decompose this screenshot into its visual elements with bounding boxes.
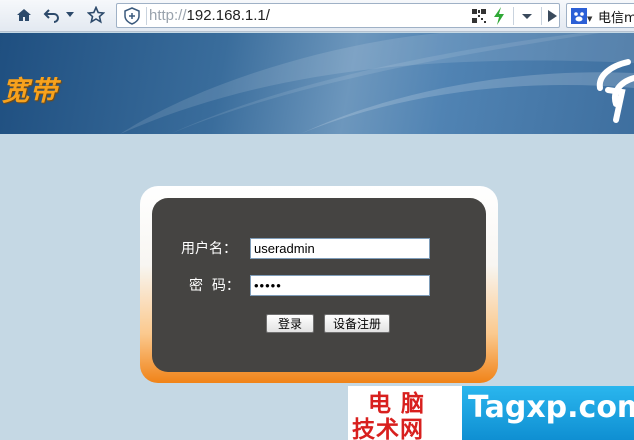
lightning-icon[interactable]: [493, 7, 505, 25]
password-label: 密 码：: [189, 278, 240, 294]
qr-code-icon[interactable]: [472, 9, 486, 23]
search-box[interactable]: ▼ 电信m: [566, 3, 634, 28]
go-arrow-icon[interactable]: [545, 8, 559, 24]
watermark-cn: 电脑 技术网: [348, 386, 462, 440]
favorite-star-icon[interactable]: [86, 4, 106, 26]
login-form: 用户名： useradmin 密 码： ••••• 登录 设备注册: [152, 198, 486, 372]
banner-title: 宽带: [2, 76, 58, 107]
search-engine-icon[interactable]: [571, 8, 587, 24]
banner-swoosh: [120, 33, 634, 134]
address-bar[interactable]: http://192.168.1.1/: [116, 3, 560, 28]
watermark: 电脑 技术网 Tagxp.com: [348, 386, 634, 440]
address-text[interactable]: http://192.168.1.1/: [149, 6, 270, 26]
shield-icon: [124, 7, 140, 25]
browser-toolbar: http://192.168.1.1/ ▼ 电信m: [0, 0, 634, 32]
chevron-down-icon[interactable]: [519, 8, 535, 24]
history-dropdown-icon[interactable]: [64, 4, 76, 26]
telecom-logo: [596, 59, 634, 123]
watermark-en: Tagxp.com: [462, 386, 634, 440]
back-icon[interactable]: [42, 4, 62, 26]
login-button[interactable]: 登录: [266, 314, 314, 333]
login-panel: 用户名： useradmin 密 码： ••••• 登录 设备注册: [140, 186, 498, 383]
engine-dropdown-icon[interactable]: ▼: [587, 15, 592, 23]
home-icon[interactable]: [14, 4, 34, 26]
username-input[interactable]: useradmin: [250, 238, 430, 259]
username-label: 用户名：: [181, 241, 237, 257]
header-banner: 宽带: [0, 33, 634, 134]
search-text[interactable]: 电信m: [598, 7, 634, 26]
password-input[interactable]: •••••: [250, 275, 430, 296]
device-register-button[interactable]: 设备注册: [324, 314, 390, 333]
